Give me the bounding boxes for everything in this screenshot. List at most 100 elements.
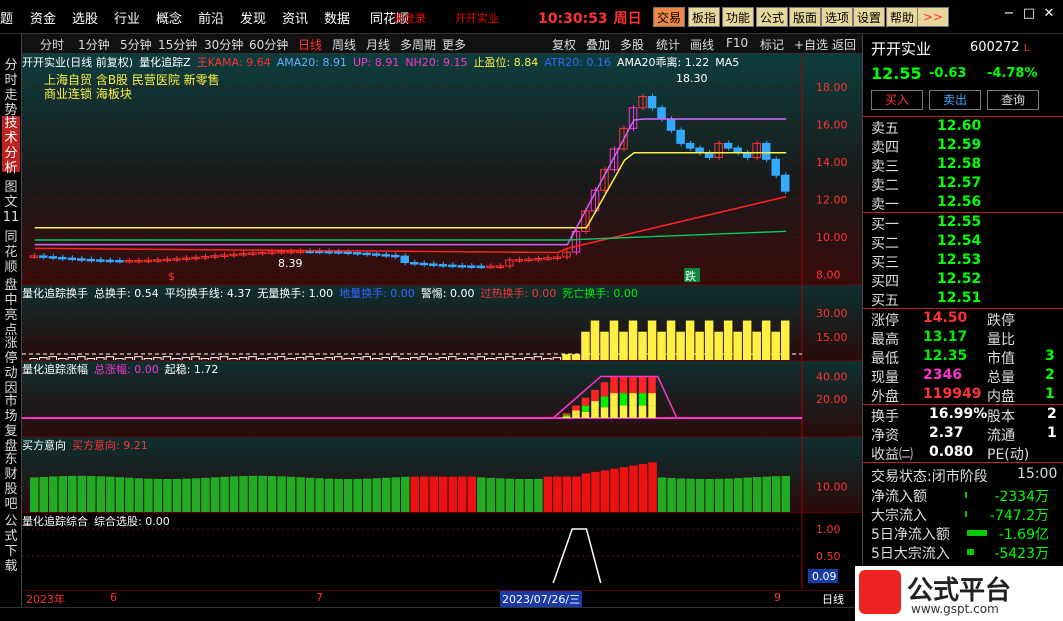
ask-label: 卖一 xyxy=(871,197,899,213)
toolbar-item-11[interactable]: 复权 xyxy=(552,36,576,53)
stat-key: 净资 xyxy=(871,428,899,444)
toolbar-item-13[interactable]: 多股 xyxy=(620,36,644,53)
turnover-pane[interactable]: 30.00 15.00 量化追踪换手 总换手: 0.54 平均换手线: 4.37 无量换… xyxy=(22,284,862,360)
menu-item-8[interactable]: 数据 xyxy=(324,8,350,27)
ask-price: 12.57 xyxy=(937,175,982,191)
candle-body xyxy=(257,251,267,255)
toolbar-item-14[interactable]: 统计 xyxy=(656,36,680,53)
more-menu-button[interactable]: >> xyxy=(917,7,949,27)
menu-item-1[interactable]: 资金 xyxy=(30,8,56,27)
menu-item-6[interactable]: 发现 xyxy=(240,8,266,27)
toolbar-item-10[interactable]: 更多 xyxy=(442,36,466,53)
flow-value: -5423万 xyxy=(994,546,1049,562)
toolbar-item-5[interactable]: 60分钟 xyxy=(249,36,288,53)
gain-bar-red xyxy=(600,382,609,397)
toolbar-item-9[interactable]: 多周期 xyxy=(400,36,436,53)
menu-item-3[interactable]: 行业 xyxy=(114,8,140,27)
left-tab-8[interactable]: 公式下载 xyxy=(2,514,20,574)
trade-button-1[interactable]: 卖出 xyxy=(929,90,981,110)
top-button-2[interactable]: 功能 xyxy=(722,7,755,27)
kline-svg: 18.00 16.00 14.00 12.00 10.00 8.00 上海自贸 含B股 民营… xyxy=(22,54,848,284)
toolbar-item-15[interactable]: 画线 xyxy=(690,36,714,53)
toolbar-item-17[interactable]: 标记 xyxy=(760,36,784,53)
left-tab-7[interactable]: 东财股吧 xyxy=(2,452,20,512)
main-kline-pane[interactable]: 18.00 16.00 14.00 12.00 10.00 8.00 上海自贸 含B股 民营… xyxy=(22,54,862,284)
intent-bar xyxy=(201,477,210,512)
menu-item-4[interactable]: 概念 xyxy=(156,8,182,27)
maximize-icon[interactable]: □ xyxy=(1020,4,1038,24)
trade-button-0[interactable]: 买入 xyxy=(871,90,923,110)
sell-mark: 跌 xyxy=(685,269,696,283)
stock-name: 开开实业 xyxy=(871,40,932,58)
menu-item-5[interactable]: 前沿 xyxy=(198,8,224,27)
composite-pane[interactable]: 1.00 0.50 0.09 量化追踪综合 综合选股: 0.00 xyxy=(22,512,862,590)
param-4: 警惕: 0.00 xyxy=(420,287,475,300)
candle-body xyxy=(248,252,257,255)
candle-body xyxy=(162,258,172,262)
top-button-3[interactable]: 公式 xyxy=(756,7,789,27)
turnover-bar xyxy=(666,320,676,360)
toolbar-item-18[interactable]: +自选 xyxy=(794,36,828,53)
close-icon[interactable]: ✕ xyxy=(1040,4,1058,24)
intent-bar xyxy=(324,478,334,512)
intent-bar xyxy=(724,478,733,512)
top-button-5[interactable]: 选项 xyxy=(821,7,854,27)
toolbar-item-16[interactable]: F10 xyxy=(726,36,748,50)
intent-bar xyxy=(115,477,125,512)
y-tick-1: 16.00 xyxy=(816,119,848,132)
toolbar-item-4[interactable]: 30分钟 xyxy=(204,36,243,53)
top-button-0[interactable]: 交易 xyxy=(653,7,686,27)
toolbar-item-19[interactable]: 返回 xyxy=(832,36,856,53)
pane-title: 量化追踪综合 xyxy=(22,515,88,528)
top-button-1[interactable]: 板指 xyxy=(688,7,721,27)
left-tab-3[interactable]: 同花顺 xyxy=(2,230,20,275)
bid-price: 12.52 xyxy=(937,271,982,287)
intent-bar xyxy=(686,478,695,512)
left-tab-0[interactable]: 分时走势 xyxy=(2,58,20,118)
toolbar-item-6[interactable]: 日线 xyxy=(298,36,322,53)
toolbar-item-8[interactable]: 月线 xyxy=(366,36,390,53)
candle-body xyxy=(676,129,685,144)
candle-body xyxy=(115,259,124,263)
trade-button-2[interactable]: 查询 xyxy=(987,90,1039,110)
toolbar-item-7[interactable]: 周线 xyxy=(332,36,356,53)
period-label[interactable]: 日线 xyxy=(822,591,844,607)
menu-item-7[interactable]: 资讯 xyxy=(282,8,308,27)
bid-price: 12.54 xyxy=(937,233,982,249)
value-box-text: 0.09 xyxy=(812,570,837,583)
gain-pane[interactable]: 40.00 20.00 量化追踪涨幅 总涨幅: 0.00 起稳: 1.72 xyxy=(22,360,862,436)
login-status[interactable]: 未登录 xyxy=(393,10,426,26)
toolbar-item-0[interactable]: 分时 xyxy=(40,36,64,53)
toolbar-item-1[interactable]: 1分钟 xyxy=(78,36,110,53)
left-tab-5[interactable]: 涨停动因 xyxy=(2,336,20,396)
menu-item-0[interactable]: 题 xyxy=(0,8,13,27)
current-stock-link[interactable]: 开开实业 xyxy=(455,10,499,26)
date-label-0: 2023年 xyxy=(26,593,65,606)
left-tab-6[interactable]: 市场复盘 xyxy=(2,394,20,454)
minimize-icon[interactable]: − xyxy=(1000,4,1018,24)
top-button-4[interactable]: 版面 xyxy=(789,7,822,27)
indicator-name[interactable]: 量化追踪Z xyxy=(139,56,191,69)
stat-value: 1 xyxy=(1047,425,1057,441)
stat-value: 2 xyxy=(1045,367,1055,383)
top-button-6[interactable]: 设置 xyxy=(853,7,886,27)
left-tab-2[interactable]: 图文11 xyxy=(2,180,20,225)
turnover-bar xyxy=(628,320,638,360)
flow-row: 5日净流入额 -1.69亿 xyxy=(871,524,1061,544)
intent-bar xyxy=(210,477,220,512)
left-tab-4[interactable]: 盘中亮点 xyxy=(2,278,20,338)
toolbar-item-2[interactable]: 5分钟 xyxy=(120,36,152,53)
stat-value: 2 xyxy=(1047,406,1057,422)
toolbar-item-3[interactable]: 15分钟 xyxy=(158,36,197,53)
toolbar-item-12[interactable]: 叠加 xyxy=(586,36,610,53)
buyer-intent-pane[interactable]: 10.00 买方意向 买方意向: 9.21 xyxy=(22,436,862,512)
bid-label: 买二 xyxy=(871,236,899,252)
turnover-bar xyxy=(676,331,685,360)
flow-bar xyxy=(967,530,987,536)
intent-bar xyxy=(153,478,163,512)
candle-body xyxy=(419,262,429,266)
left-tab-1[interactable]: 技术分析 xyxy=(2,116,20,176)
menu-item-2[interactable]: 选股 xyxy=(72,8,98,27)
intent-bar xyxy=(381,477,391,512)
top-button-7[interactable]: 帮助 xyxy=(886,7,919,27)
